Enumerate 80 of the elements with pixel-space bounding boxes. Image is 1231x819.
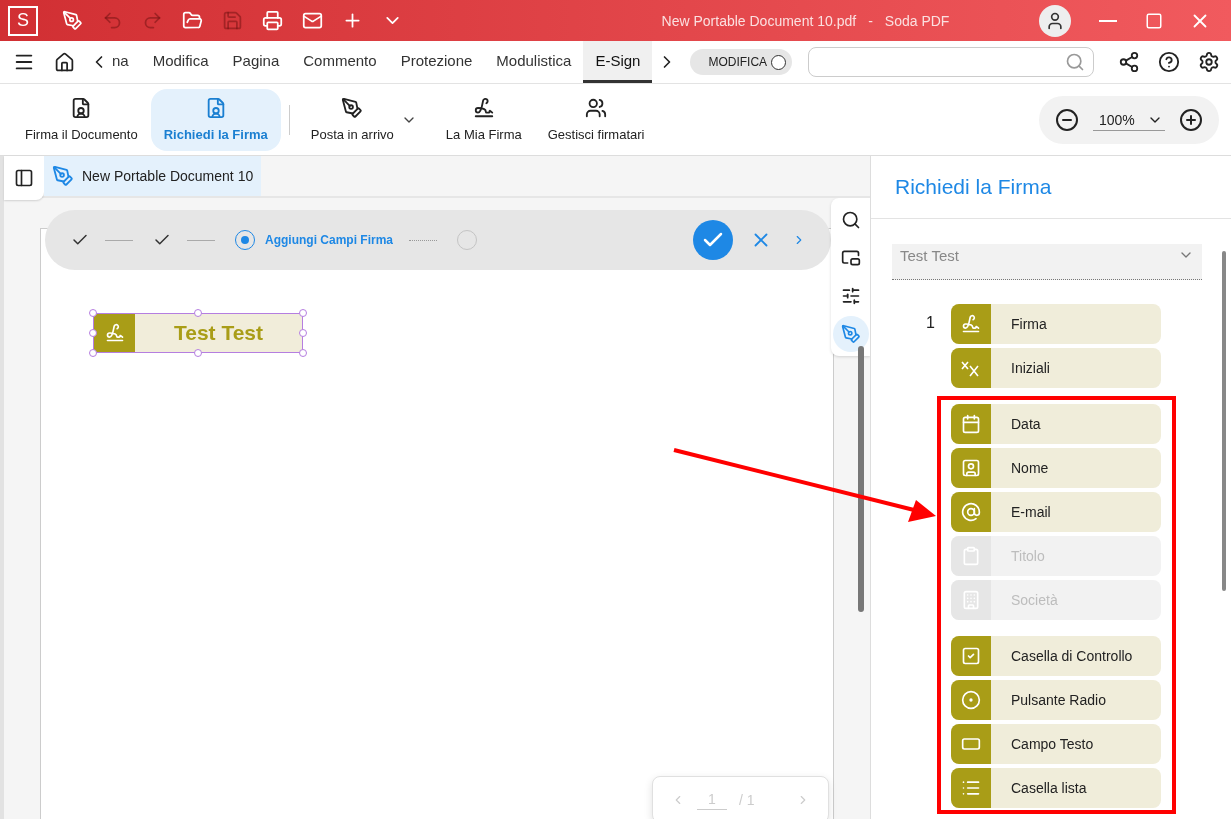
save-icon bbox=[221, 10, 243, 31]
search-field[interactable] bbox=[808, 47, 1095, 77]
zoom-level-dropdown[interactable]: 100% bbox=[1093, 108, 1165, 131]
toolbar-button[interactable]: Posta in arrivo bbox=[297, 88, 407, 151]
user-avatar[interactable] bbox=[1039, 4, 1071, 37]
field-type-button[interactable]: Iniziali bbox=[951, 348, 1161, 388]
building-icon bbox=[961, 590, 981, 610]
home-icon bbox=[53, 51, 75, 73]
mode-toggle[interactable]: MODIFICA bbox=[690, 49, 793, 75]
minimize-icon bbox=[1099, 19, 1117, 22]
mail-icon bbox=[301, 10, 323, 31]
resize-handle[interactable] bbox=[89, 309, 97, 317]
document-title: New Portable Document 10.pdf bbox=[661, 12, 857, 29]
app-name: Soda PDF bbox=[884, 12, 950, 29]
field-type-button[interactable]: Pulsante Radio bbox=[951, 680, 1161, 720]
users-icon bbox=[585, 97, 608, 119]
confirm-button[interactable] bbox=[693, 220, 733, 260]
document-tab[interactable]: New Portable Document 10 bbox=[44, 156, 262, 196]
resize-handle[interactable] bbox=[299, 349, 307, 357]
pen-button[interactable] bbox=[832, 316, 869, 352]
pen-icon bbox=[341, 97, 364, 119]
field-type-button[interactable]: Nome bbox=[951, 448, 1161, 488]
settings-icon bbox=[1198, 51, 1220, 73]
sliders-icon bbox=[840, 286, 861, 306]
menu-tab[interactable]: E-Sign bbox=[583, 41, 653, 83]
radio-icon bbox=[961, 690, 981, 710]
field-type-button[interactable]: Campo Testo bbox=[951, 724, 1161, 764]
field-type-button[interactable]: Data bbox=[951, 404, 1161, 444]
field-type-button[interactable]: E-mail bbox=[951, 492, 1161, 532]
pen-icon bbox=[61, 10, 83, 31]
pen-icon bbox=[52, 165, 74, 187]
menu-tab[interactable]: Commento bbox=[291, 41, 389, 83]
pen-icon bbox=[840, 324, 861, 344]
title-separator: - bbox=[868, 12, 873, 29]
checkbox-icon bbox=[961, 646, 981, 666]
panel-title: Richiedi la Firma bbox=[871, 156, 1231, 219]
app-logo: S bbox=[8, 5, 38, 36]
scrollbar[interactable] bbox=[1222, 251, 1226, 591]
share-icon bbox=[1118, 51, 1140, 73]
resize-handle[interactable] bbox=[194, 309, 202, 317]
resize-handle[interactable] bbox=[89, 329, 97, 337]
resize-handle[interactable] bbox=[194, 349, 202, 357]
folder-icon bbox=[181, 10, 203, 31]
sidebar-icon bbox=[14, 168, 34, 188]
calendar-icon bbox=[961, 414, 981, 434]
scrollbar[interactable] bbox=[858, 346, 864, 612]
zoom-out-icon bbox=[1055, 107, 1079, 132]
search-icon bbox=[1065, 52, 1086, 72]
toolbar-button[interactable]: La Mia Firma bbox=[432, 88, 535, 151]
step-label: Aggiungi Campi Firma bbox=[265, 233, 393, 247]
toolbar-button[interactable]: Richiedi la Firma bbox=[150, 88, 281, 151]
list-icon bbox=[961, 778, 981, 798]
sidebar-toggle-button[interactable] bbox=[4, 156, 44, 200]
picture-in-picture-icon bbox=[840, 248, 861, 268]
field-type-button[interactable]: Firma bbox=[951, 304, 1161, 344]
signature-icon bbox=[104, 323, 125, 343]
field-type-button[interactable]: Casella di Controllo bbox=[951, 636, 1161, 676]
zoom-in-icon bbox=[1179, 107, 1203, 132]
menu-tab[interactable]: Protezione bbox=[388, 41, 485, 83]
printer-icon bbox=[261, 10, 283, 31]
signature-icon bbox=[961, 314, 981, 334]
help-icon bbox=[1158, 51, 1180, 73]
signature-icon bbox=[472, 97, 495, 119]
toolbar-button[interactable]: Firma il Documento bbox=[12, 88, 151, 151]
search-icon bbox=[840, 210, 861, 230]
resize-handle[interactable] bbox=[299, 309, 307, 317]
field-type-button[interactable]: Casella lista bbox=[951, 768, 1161, 808]
resize-handle[interactable] bbox=[89, 349, 97, 357]
clipboard-icon bbox=[961, 546, 981, 566]
at-sign-icon bbox=[961, 502, 981, 522]
menu-tab[interactable]: Modulistica bbox=[484, 41, 584, 83]
menu-tab[interactable]: Pagina bbox=[220, 41, 292, 83]
menu-tab[interactable]: na bbox=[112, 41, 141, 83]
user-icon bbox=[1045, 10, 1065, 31]
menu-tab[interactable]: Modifica bbox=[140, 41, 221, 83]
signer-number: 1 bbox=[926, 314, 935, 332]
resize-handle[interactable] bbox=[299, 329, 307, 337]
maximize-icon bbox=[1145, 11, 1163, 30]
user-card-icon bbox=[961, 458, 981, 478]
toolbar-button[interactable]: Gestisci firmatari bbox=[534, 88, 658, 151]
